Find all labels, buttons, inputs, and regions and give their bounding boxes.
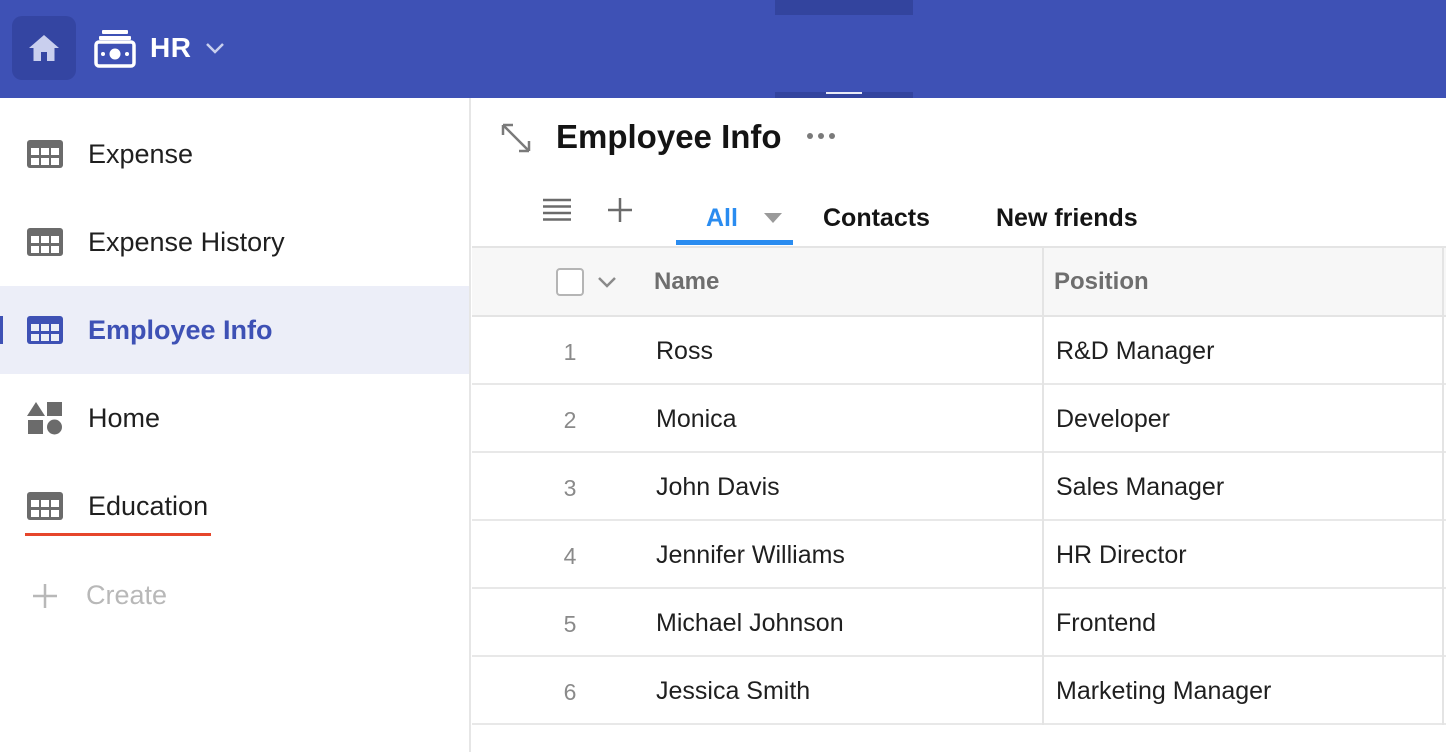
create-label: Create: [86, 579, 168, 610]
sidebar-item-label: Expense History: [88, 226, 285, 257]
plus-icon: [33, 584, 57, 608]
sidebar-item-employee-info[interactable]: Employee Info: [0, 286, 469, 374]
top-bar: HR: [0, 0, 1446, 98]
column-divider: [1042, 385, 1044, 453]
column-divider: [1042, 657, 1044, 725]
row-number: 2: [563, 407, 577, 433]
column-divider: [1442, 453, 1444, 521]
chevron-down-icon: [205, 42, 225, 54]
cell-name[interactable]: Ross: [656, 337, 713, 366]
table-row[interactable]: 4 Jennifer Williams HR Director: [472, 521, 1446, 589]
column-divider: [1042, 248, 1044, 319]
table-header: Name Position: [472, 246, 1446, 319]
tab-all[interactable]: All: [676, 190, 793, 246]
main-panel: Employee Info All Contacts New friends N…: [472, 98, 1446, 752]
add-view-icon[interactable]: [606, 196, 634, 224]
column-divider: [1442, 521, 1444, 589]
active-tab-indicator: [676, 240, 793, 245]
sidebar: Expense Expense History Employee Info Ho…: [0, 98, 471, 752]
sidebar-item-expense-history[interactable]: Expense History: [0, 198, 469, 286]
cell-position[interactable]: Developer: [1056, 405, 1170, 434]
home-icon: [29, 35, 59, 61]
table-row[interactable]: 6 Jessica Smith Marketing Manager: [472, 657, 1446, 725]
active-indicator: [0, 316, 3, 344]
cell-name[interactable]: Jessica Smith: [656, 677, 810, 706]
sidebar-item-label: Home: [88, 402, 161, 433]
drag-handle[interactable]: [826, 92, 862, 94]
cell-name[interactable]: Jennifer Williams: [656, 541, 845, 570]
cell-position[interactable]: R&D Manager: [1056, 337, 1214, 366]
column-divider: [1442, 385, 1444, 453]
list-icon[interactable]: [542, 198, 572, 222]
column-divider: [1042, 453, 1044, 521]
column-divider: [1442, 657, 1444, 725]
tab-contacts[interactable]: Contacts: [823, 190, 930, 246]
money-icon: [94, 30, 136, 68]
column-divider: [1042, 521, 1044, 589]
row-number: 6: [563, 679, 577, 705]
sidebar-item-label: Expense: [88, 138, 194, 169]
page-title: Employee Info: [556, 118, 782, 155]
cell-position[interactable]: Frontend: [1056, 609, 1156, 638]
cell-name[interactable]: Michael Johnson: [656, 609, 844, 638]
more-icon[interactable]: [806, 132, 836, 140]
column-divider: [1442, 317, 1444, 385]
table-icon: [27, 140, 63, 168]
sidebar-item-education[interactable]: Education: [0, 462, 469, 550]
cell-position[interactable]: Sales Manager: [1056, 473, 1224, 502]
tab-label: New friends: [996, 203, 1138, 232]
expand-icon[interactable]: [500, 122, 532, 154]
sidebar-item-expense[interactable]: Expense: [0, 110, 469, 198]
create-button[interactable]: Create: [0, 551, 469, 639]
column-header-name[interactable]: Name: [654, 268, 719, 296]
table-icon: [27, 492, 63, 520]
table-row[interactable]: 5 Michael Johnson Frontend: [472, 589, 1446, 657]
column-header-position[interactable]: Position: [1054, 268, 1149, 296]
cell-name[interactable]: John Davis: [656, 473, 780, 502]
cell-name[interactable]: Monica: [656, 405, 737, 434]
table-icon: [27, 316, 63, 344]
chevron-down-icon[interactable]: [596, 274, 618, 290]
app-switcher[interactable]: HR: [94, 26, 225, 70]
highlight-underline: [25, 533, 211, 536]
tab-label: Contacts: [823, 203, 930, 232]
cell-position[interactable]: HR Director: [1056, 541, 1187, 570]
tab-new-friends[interactable]: New friends: [996, 190, 1138, 246]
table-icon: [27, 228, 63, 256]
cell-position[interactable]: Marketing Manager: [1056, 677, 1271, 706]
caret-down-icon[interactable]: [763, 213, 782, 223]
table-row[interactable]: 1 Ross R&D Manager: [472, 317, 1446, 385]
top-bar-notch: [775, 0, 913, 15]
column-divider: [1042, 589, 1044, 657]
column-divider: [1042, 317, 1044, 385]
sidebar-item-home[interactable]: Home: [0, 374, 469, 462]
home-button[interactable]: [12, 16, 76, 80]
tab-label: All: [706, 203, 738, 232]
row-number: 5: [563, 611, 577, 637]
column-divider: [1442, 589, 1444, 657]
row-number: 3: [563, 475, 577, 501]
table-row[interactable]: 3 John Davis Sales Manager: [472, 453, 1446, 521]
sidebar-item-label: Employee Info: [88, 314, 273, 345]
select-all-checkbox[interactable]: [556, 268, 584, 296]
sidebar-item-label: Education: [88, 490, 209, 521]
table-row[interactable]: 2 Monica Developer: [472, 385, 1446, 453]
shapes-icon: [27, 402, 62, 435]
column-divider: [1442, 248, 1444, 319]
row-number: 4: [563, 543, 577, 569]
row-number: 1: [563, 339, 577, 365]
app-name: HR: [150, 32, 192, 63]
